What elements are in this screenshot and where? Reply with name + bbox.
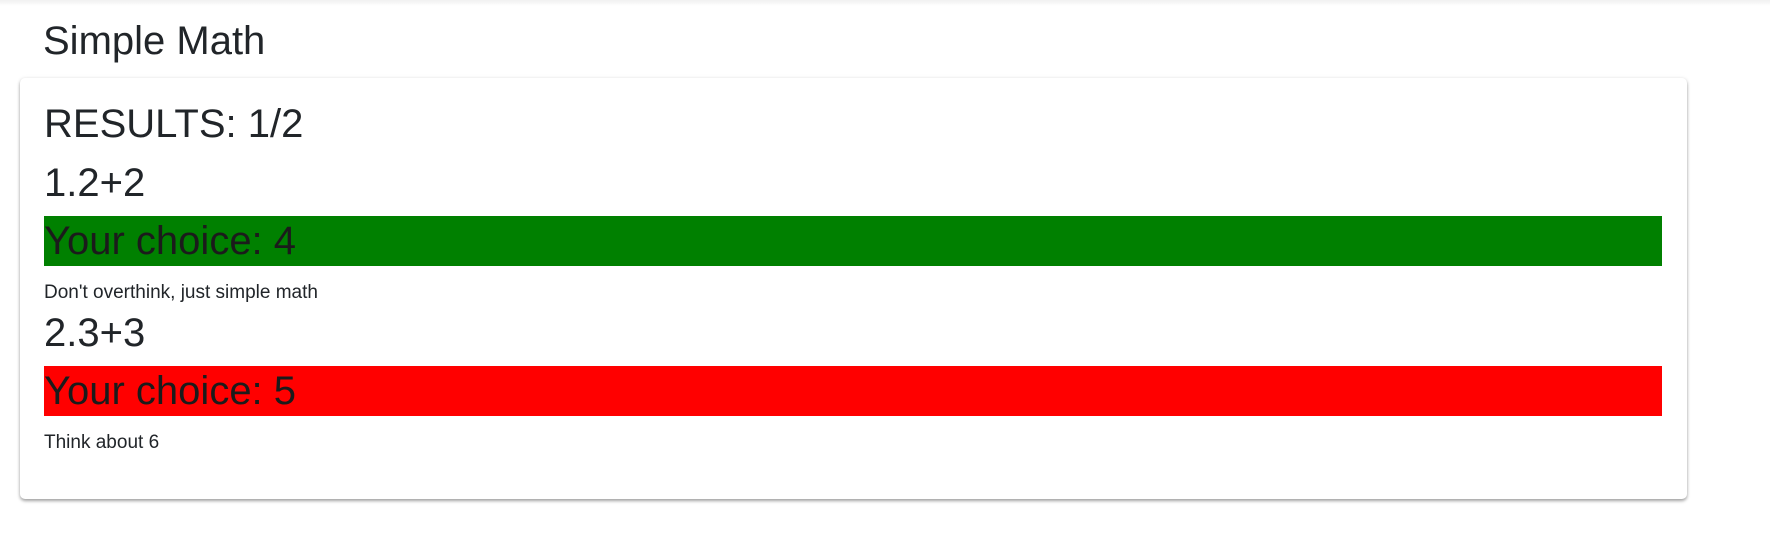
choice-result-incorrect: Your choice: 5	[44, 366, 1662, 416]
results-card: RESULTS: 1/2 1.2+2 Your choice: 4 Don't …	[20, 78, 1687, 499]
results-score: RESULTS: 1/2	[44, 102, 304, 146]
question-hint: Don't overthink, just simple math	[44, 282, 318, 303]
question-item-2: 2.3+3 Your choice: 5 Think about 6	[44, 308, 1663, 456]
question-item-1: 1.2+2 Your choice: 4 Don't overthink, ju…	[44, 158, 1663, 306]
question-title: 2.3+3	[44, 311, 146, 355]
choice-result-correct: Your choice: 4	[44, 216, 1662, 266]
page-title: Simple Math	[43, 19, 266, 63]
question-title: 1.2+2	[44, 161, 146, 205]
top-bar-shadow	[0, 0, 1770, 6]
question-hint: Think about 6	[44, 432, 160, 453]
